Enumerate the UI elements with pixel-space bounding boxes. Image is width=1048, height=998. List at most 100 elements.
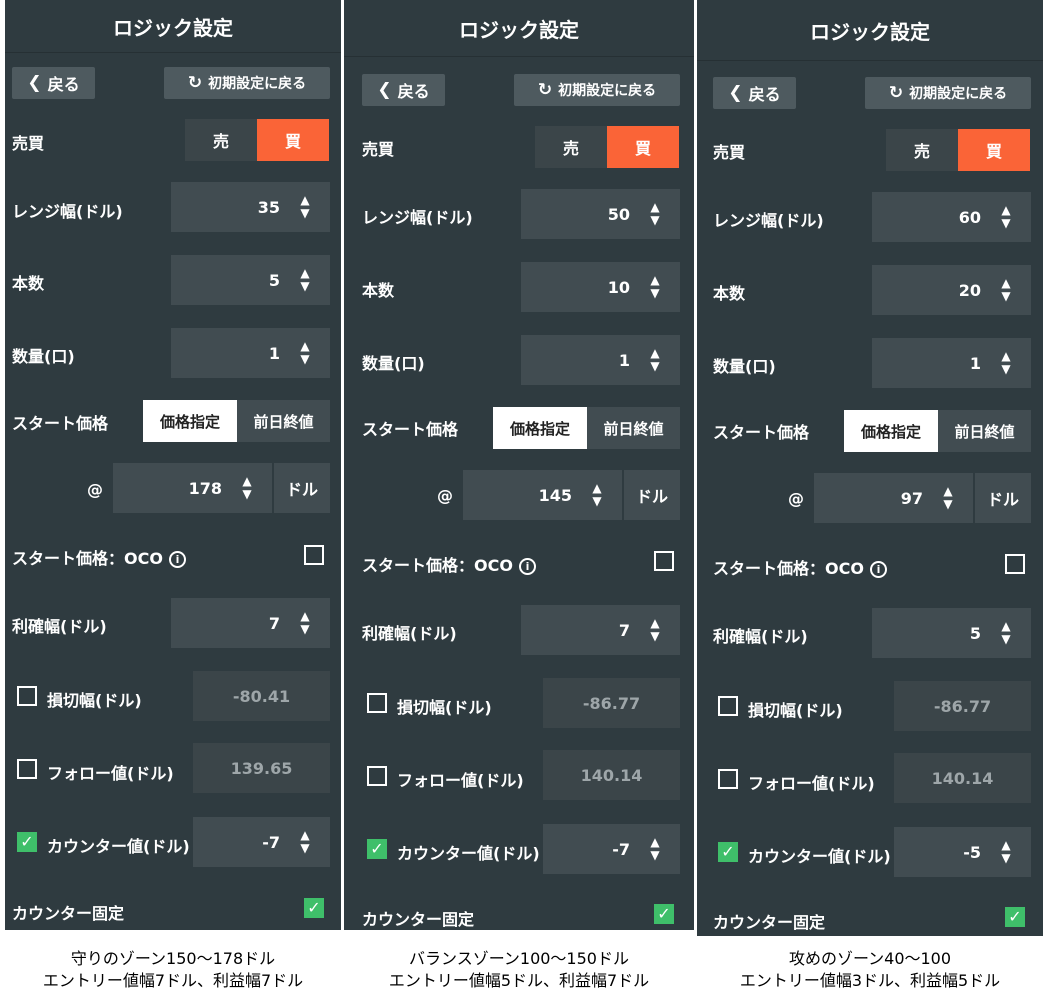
counter-fixed-checkbox[interactable]: ✓ <box>1005 907 1025 927</box>
up-down-arrow-icon[interactable]: ▲ ▼ <box>995 338 1017 388</box>
start-price-value: 178 <box>188 478 222 498</box>
price-spec-button[interactable]: 価格指定 <box>844 410 938 452</box>
count-stepper[interactable]: 5 ▲ ▼ <box>171 255 330 305</box>
sell-button[interactable]: 売 <box>886 129 958 171</box>
qty-stepper[interactable]: 1 ▲ ▼ <box>521 335 680 385</box>
up-down-arrow-icon[interactable]: ▲ ▼ <box>995 827 1017 877</box>
take-profit-stepper[interactable]: 7 ▲ ▼ <box>171 598 330 648</box>
stop-loss-checkbox[interactable] <box>367 693 387 713</box>
oco-label: スタート価格：OCO i <box>12 545 186 569</box>
qty-label: 数量(口) <box>713 357 776 376</box>
start-price-stepper[interactable]: 178 ▲ ▼ <box>113 463 272 513</box>
caption-1: 守りのゾーン150～178ドル エントリー値幅7ドル、利益幅7ドル <box>5 948 341 992</box>
up-down-arrow-icon[interactable]: ▲ ▼ <box>937 473 959 523</box>
checkmark-icon: ✓ <box>20 832 34 851</box>
count-stepper[interactable]: 10 ▲ ▼ <box>521 262 680 312</box>
oco-checkbox[interactable] <box>304 545 324 565</box>
buy-button[interactable]: 買 <box>958 129 1030 171</box>
back-button[interactable]: ❮ 戻る <box>362 74 445 106</box>
counter-fixed-checkbox[interactable]: ✓ <box>304 898 324 918</box>
up-down-arrow-icon[interactable]: ▲ ▼ <box>644 824 666 874</box>
counter-fixed-label: カウンター固定 <box>362 910 475 929</box>
take-profit-stepper[interactable]: 7 ▲ ▼ <box>521 605 680 655</box>
follow-checkbox[interactable] <box>17 759 37 779</box>
caption-line-2: エントリー値幅7ドル、利益幅7ドル <box>42 971 304 990</box>
up-down-arrow-icon[interactable]: ▲ ▼ <box>294 255 316 305</box>
follow-checkbox[interactable] <box>367 766 387 786</box>
up-down-arrow-icon[interactable]: ▲ ▼ <box>995 265 1017 315</box>
logic-settings-panel-3: ロジック設定 ❮ 戻る ↻ 初期設定に戻る 売買 売 買 レンジ幅(ドル) 60 ▲… <box>697 0 1043 936</box>
stop-loss-checkbox[interactable] <box>718 696 738 716</box>
up-down-arrow-icon[interactable]: ▲ ▼ <box>294 817 316 867</box>
counter-fixed-checkbox[interactable]: ✓ <box>654 904 674 924</box>
follow-checkbox[interactable] <box>718 769 738 789</box>
caption-2: バランスゾーン100～150ドル エントリー値幅5ドル、利益幅7ドル <box>344 948 694 992</box>
qty-stepper[interactable]: 1 ▲ ▼ <box>171 328 330 378</box>
buy-button[interactable]: 買 <box>257 119 329 161</box>
at-sign: @ <box>437 486 453 505</box>
price-spec-button[interactable]: 価格指定 <box>493 407 587 449</box>
oco-checkbox[interactable] <box>654 551 674 571</box>
follow-label: フォロー値(ドル) <box>397 771 524 790</box>
buy-button[interactable]: 買 <box>607 126 679 168</box>
range-stepper[interactable]: 50 ▲ ▼ <box>521 189 680 239</box>
counter-stepper[interactable]: -5 ▲ ▼ <box>894 827 1031 877</box>
info-icon[interactable]: i <box>168 551 186 568</box>
range-stepper[interactable]: 60 ▲ ▼ <box>872 192 1031 242</box>
start-price-mode: 価格指定 前日終値 <box>844 410 1031 452</box>
counter-checkbox[interactable]: ✓ <box>718 842 738 862</box>
up-down-arrow-icon[interactable]: ▲ ▼ <box>294 182 316 232</box>
follow-value: 140.14 <box>894 753 1031 803</box>
start-price-mode: 価格指定 前日終値 <box>143 400 330 442</box>
info-icon[interactable]: i <box>518 558 536 575</box>
refresh-icon: ↻ <box>888 83 904 103</box>
up-down-arrow-icon[interactable]: ▲ ▼ <box>644 262 666 312</box>
at-sign: @ <box>788 489 804 508</box>
counter-stepper[interactable]: -7 ▲ ▼ <box>193 817 330 867</box>
back-button[interactable]: ❮ 戻る <box>713 77 796 109</box>
stop-loss-value: -80.41 <box>193 671 330 721</box>
counter-checkbox[interactable]: ✓ <box>17 832 37 852</box>
start-price-stepper[interactable]: 145 ▲ ▼ <box>463 470 622 520</box>
caption-line-1: 攻めのゾーン40～100 <box>788 949 952 968</box>
up-down-arrow-icon[interactable]: ▲ ▼ <box>995 608 1017 658</box>
price-spec-button[interactable]: 価格指定 <box>143 400 237 442</box>
prev-close-button[interactable]: 前日終値 <box>237 400 330 442</box>
sell-button[interactable]: 売 <box>535 126 607 168</box>
reset-defaults-button[interactable]: ↻ 初期設定に戻る <box>164 67 330 99</box>
up-down-arrow-icon[interactable]: ▲ ▼ <box>644 335 666 385</box>
prev-close-button[interactable]: 前日終値 <box>938 410 1031 452</box>
sell-button[interactable]: 売 <box>185 119 257 161</box>
counter-stepper[interactable]: -7 ▲ ▼ <box>543 824 680 874</box>
count-stepper[interactable]: 20 ▲ ▼ <box>872 265 1031 315</box>
stop-loss-checkbox[interactable] <box>17 686 37 706</box>
counter-checkbox[interactable]: ✓ <box>367 839 387 859</box>
prev-close-button[interactable]: 前日終値 <box>587 407 680 449</box>
up-down-arrow-icon[interactable]: ▲ ▼ <box>995 192 1017 242</box>
info-icon[interactable]: i <box>869 561 887 578</box>
take-profit-value: 5 <box>969 623 981 643</box>
chevron-left-icon: ❮ <box>27 73 42 93</box>
reset-defaults-button[interactable]: ↻ 初期設定に戻る <box>514 74 680 106</box>
up-down-arrow-icon[interactable]: ▲ ▼ <box>236 463 258 513</box>
range-stepper[interactable]: 35 ▲ ▼ <box>171 182 330 232</box>
qty-label: 数量(口) <box>12 347 75 366</box>
up-down-arrow-icon[interactable]: ▲ ▼ <box>294 328 316 378</box>
back-button[interactable]: ❮ 戻る <box>12 67 95 99</box>
up-down-arrow-icon[interactable]: ▲ ▼ <box>644 605 666 655</box>
reset-defaults-button[interactable]: ↻ 初期設定に戻る <box>865 77 1031 109</box>
caption-line-1: バランスゾーン100～150ドル <box>409 949 629 968</box>
panel-title: ロジック設定 <box>344 0 694 57</box>
oco-checkbox[interactable] <box>1005 554 1025 574</box>
dollar-unit: ドル <box>975 473 1031 523</box>
dollar-unit: ドル <box>274 463 330 513</box>
trade-toggle: 売 買 <box>185 119 329 161</box>
take-profit-stepper[interactable]: 5 ▲ ▼ <box>872 608 1031 658</box>
start-price-value: 97 <box>900 488 923 508</box>
up-down-arrow-icon[interactable]: ▲ ▼ <box>586 470 608 520</box>
qty-stepper[interactable]: 1 ▲ ▼ <box>872 338 1031 388</box>
up-down-arrow-icon[interactable]: ▲ ▼ <box>644 189 666 239</box>
trade-toggle: 売 買 <box>535 126 679 168</box>
up-down-arrow-icon[interactable]: ▲ ▼ <box>294 598 316 648</box>
start-price-stepper[interactable]: 97 ▲ ▼ <box>814 473 973 523</box>
